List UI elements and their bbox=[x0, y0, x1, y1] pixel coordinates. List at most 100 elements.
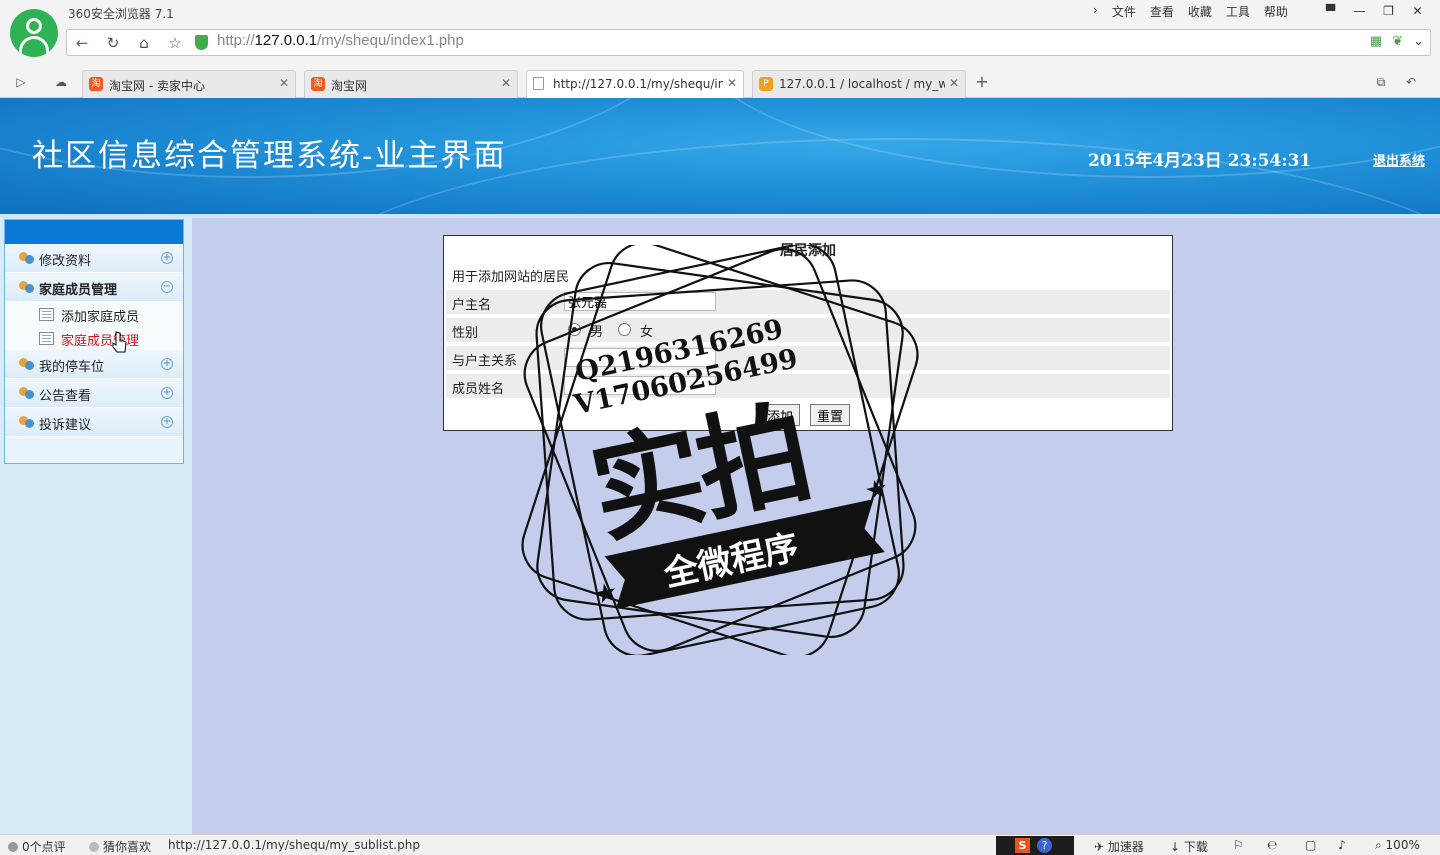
tab-title: http://127.0.0.1/my/shequ/in bbox=[553, 77, 723, 91]
menu-tools[interactable]: 工具 bbox=[1226, 3, 1250, 20]
tab-phpmyadmin[interactable]: P 127.0.0.1 / localhost / my_we ✕ bbox=[752, 70, 966, 98]
expand-icon[interactable]: + bbox=[161, 252, 173, 264]
refresh-icon[interactable]: ↻ bbox=[102, 33, 124, 53]
sidebar-item-parking[interactable]: 我的停车位 + bbox=[5, 350, 183, 379]
sidebar-menu: 修改资料 + 家庭成员管理 − 添加家庭成员 家庭成员管理 我的停车位 + 公告… bbox=[4, 219, 184, 464]
gender-female-radio[interactable] bbox=[618, 323, 631, 336]
logout-link[interactable]: 退出系统 bbox=[1373, 150, 1425, 169]
sidebar-item-label: 投诉建议 bbox=[39, 418, 92, 433]
add-button[interactable]: 添加 bbox=[760, 404, 801, 426]
new-tab-icon[interactable]: + bbox=[973, 73, 991, 91]
minimize-icon[interactable]: — bbox=[1345, 1, 1374, 21]
address-bar-tools: ▦ ❦ ⌄ bbox=[1370, 34, 1424, 49]
owner-name-input[interactable] bbox=[564, 292, 716, 311]
guess-label: 猜你喜欢 bbox=[103, 840, 152, 854]
expand-icon[interactable]: + bbox=[161, 358, 173, 370]
download-icon: ↓ bbox=[1170, 840, 1184, 854]
add-form-icon bbox=[39, 308, 54, 321]
expand-icon[interactable]: + bbox=[161, 416, 173, 428]
sidebar-item-complaints[interactable]: 投诉建议 + bbox=[5, 408, 183, 437]
sound-icon[interactable]: ♪ bbox=[1338, 838, 1346, 852]
tab-close-icon[interactable]: ✕ bbox=[501, 76, 511, 90]
expand-icon[interactable]: + bbox=[161, 387, 173, 399]
sidebar-subitem-add-family-member[interactable]: 添加家庭成员 bbox=[5, 302, 183, 326]
guess-like-status[interactable]: 猜你喜欢 bbox=[89, 838, 151, 855]
comments-status[interactable]: 0个点评 bbox=[8, 838, 66, 855]
users-icon bbox=[19, 387, 35, 400]
skin-icon[interactable]: ▀ bbox=[1316, 1, 1345, 21]
back-icon[interactable]: ← bbox=[71, 33, 93, 53]
qrcode-icon[interactable]: ▦ bbox=[1370, 34, 1382, 49]
resident-add-form: 居民添加 用于添加网站的居民 户主名 性别 男 女 与户主关系 成员姓名 添加 … bbox=[443, 235, 1173, 431]
url-prefix: http:// bbox=[217, 32, 255, 49]
leaf-icon[interactable]: ❦ bbox=[1392, 34, 1403, 49]
tab-shequ-active[interactable]: http://127.0.0.1/my/shequ/in ✕ bbox=[526, 70, 744, 99]
sidebar-item-family-management[interactable]: 家庭成员管理 − bbox=[5, 273, 183, 302]
chevron-down-icon[interactable]: ⌄ bbox=[1413, 34, 1424, 49]
sidebar-item-edit-profile[interactable]: 修改资料 + bbox=[5, 244, 183, 273]
tab-taobao-seller[interactable]: 淘 淘宝网 - 卖家中心 ✕ bbox=[82, 70, 296, 98]
url-input[interactable]: http://127.0.0.1/my/shequ/index1.php bbox=[217, 32, 1347, 53]
ie-icon[interactable]: ℮ bbox=[1267, 838, 1277, 852]
accelerator-button[interactable]: ✈ 加速器 bbox=[1094, 838, 1144, 855]
zoom-label: 100% bbox=[1385, 838, 1420, 852]
window-icon[interactable]: ▢ bbox=[1305, 838, 1316, 852]
form-row-relation: 与户主关系 bbox=[446, 346, 1170, 370]
star-icon[interactable]: ☆ bbox=[164, 33, 186, 53]
menu-expand-icon[interactable]: › bbox=[1093, 3, 1098, 20]
flag-icon[interactable]: ⚐ bbox=[1233, 838, 1244, 852]
menu-view[interactable]: 查看 bbox=[1150, 3, 1174, 20]
sidebar-subitem-manage-family-members[interactable]: 家庭成员管理 bbox=[5, 326, 183, 350]
users-icon bbox=[19, 358, 35, 371]
relation-input[interactable] bbox=[564, 348, 716, 367]
tab-close-icon[interactable]: ✕ bbox=[279, 76, 289, 90]
tab-taobao[interactable]: 淘 淘宝网 ✕ bbox=[304, 70, 518, 98]
user-avatar-icon[interactable] bbox=[10, 9, 58, 57]
current-datetime: 2015年4月23日 23:54:31 bbox=[1088, 151, 1312, 171]
site-header: 社区信息综合管理系统-业主界面 2015年4月23日 23:54:31 退出系统 bbox=[0, 98, 1440, 214]
left-panel: 修改资料 + 家庭成员管理 − 添加家庭成员 家庭成员管理 我的停车位 + 公告… bbox=[0, 218, 192, 834]
form-row-owner: 户主名 bbox=[446, 290, 1170, 314]
undo-close-icon[interactable]: ↶ bbox=[1402, 73, 1420, 91]
tab-bar: ▷ ☁ 淘 淘宝网 - 卖家中心 ✕ 淘 淘宝网 ✕ http://127.0.… bbox=[0, 66, 1440, 99]
reset-button[interactable]: 重置 bbox=[810, 404, 851, 426]
download-label: 下载 bbox=[1183, 840, 1208, 854]
guess-icon bbox=[89, 842, 99, 852]
cloud-icon[interactable]: ☁ bbox=[52, 73, 70, 91]
system-tray: S ? bbox=[996, 836, 1074, 855]
sidebar-item-label: 我的停车位 bbox=[39, 360, 105, 375]
url-path: /my/shequ/index1.php bbox=[317, 32, 464, 49]
gender-male-radio[interactable] bbox=[568, 323, 581, 336]
gender-female-label: 女 bbox=[640, 325, 654, 340]
help-icon[interactable]: ? bbox=[1037, 838, 1052, 853]
tab-list-icon[interactable]: ⧉ bbox=[1372, 73, 1390, 91]
tab-close-icon[interactable]: ✕ bbox=[949, 76, 959, 90]
close-icon[interactable]: ✕ bbox=[1403, 1, 1432, 21]
window-controls: ▀ — ❐ ✕ bbox=[1316, 1, 1432, 21]
phpmyadmin-icon: P bbox=[759, 77, 773, 91]
form-row-member: 成员姓名 bbox=[446, 374, 1170, 398]
menu-favorites[interactable]: 收藏 bbox=[1188, 3, 1212, 20]
download-button[interactable]: ↓ 下载 bbox=[1170, 838, 1208, 855]
zoom-control[interactable]: ⌕ 100% bbox=[1375, 838, 1420, 853]
users-icon bbox=[19, 281, 35, 294]
form-description: 用于添加网站的居民 bbox=[452, 270, 570, 285]
users-icon bbox=[19, 416, 35, 429]
sidebar-header bbox=[5, 220, 183, 244]
sogou-icon[interactable]: S bbox=[1015, 838, 1030, 853]
browser-chrome: 360安全浏览器 7.1 › 文件 查看 收藏 工具 帮助 ▀ — ❐ ✕ ← … bbox=[0, 0, 1440, 99]
form-row-gender: 性别 男 女 bbox=[446, 318, 1170, 342]
maximize-icon[interactable]: ❐ bbox=[1374, 1, 1403, 21]
menu-help[interactable]: 帮助 bbox=[1264, 3, 1288, 20]
taobao-icon: 淘 bbox=[311, 77, 325, 91]
sidebar-toggle-icon[interactable]: ▷ bbox=[12, 73, 30, 91]
home-icon[interactable]: ⌂ bbox=[133, 33, 155, 53]
member-name-input[interactable] bbox=[564, 376, 716, 395]
browser-menu: › 文件 查看 收藏 工具 帮助 bbox=[1093, 3, 1288, 20]
url-host: 127.0.0.1 bbox=[254, 32, 318, 49]
collapse-icon[interactable]: − bbox=[161, 281, 173, 293]
sidebar-item-announcements[interactable]: 公告查看 + bbox=[5, 379, 183, 408]
comment-icon bbox=[8, 842, 18, 852]
menu-file[interactable]: 文件 bbox=[1112, 3, 1136, 20]
tab-close-icon[interactable]: ✕ bbox=[727, 76, 737, 90]
